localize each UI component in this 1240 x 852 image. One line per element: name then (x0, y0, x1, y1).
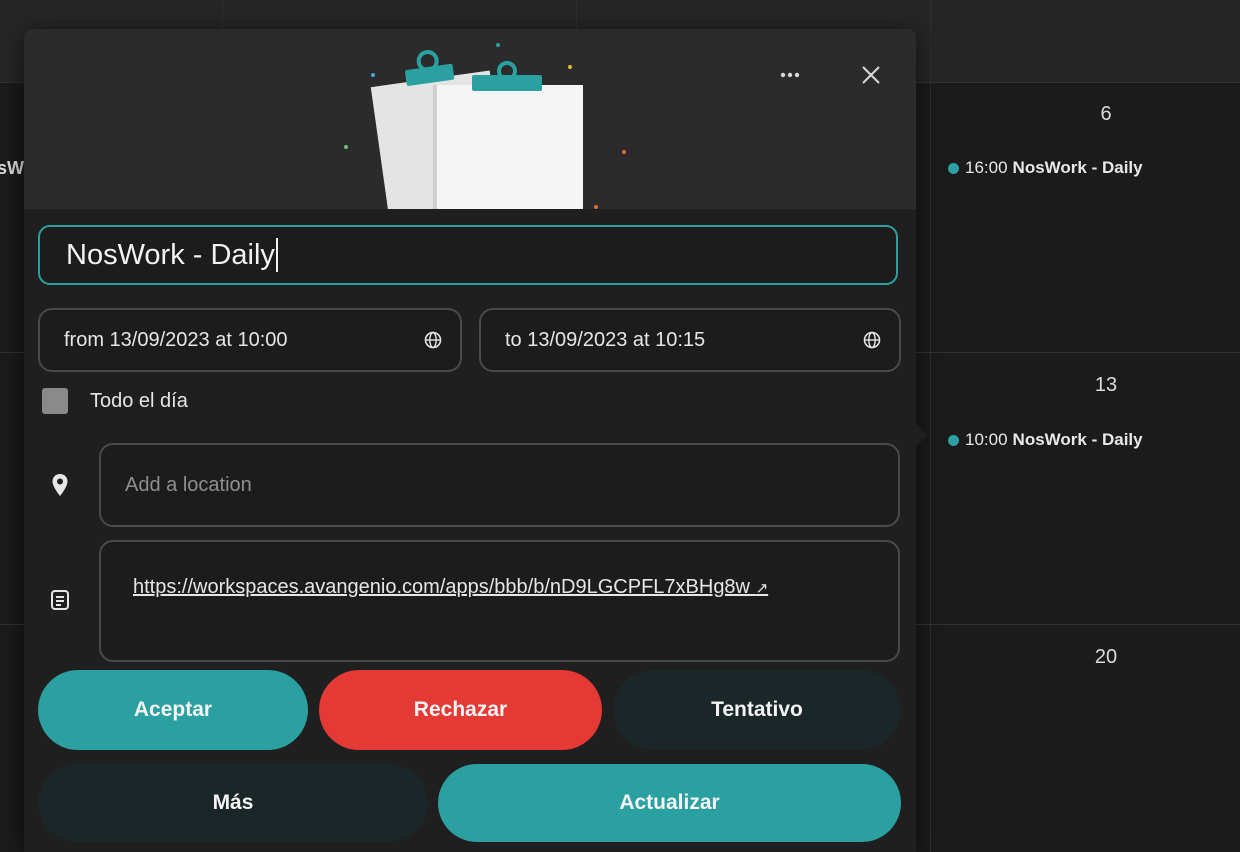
all-day-checkbox[interactable] (42, 388, 68, 414)
end-date-field[interactable]: to 13/09/2023 at 10:15 (479, 308, 901, 372)
ellipsis-icon (780, 72, 800, 78)
event-title-input[interactable]: NosWork - Daily (38, 225, 898, 285)
grid-line (930, 0, 931, 852)
event-time: 10:00 (965, 430, 1008, 449)
notes-icon (48, 588, 72, 612)
close-icon (862, 66, 880, 84)
external-link-icon: ↗ (755, 580, 769, 597)
clipboard-illustration-icon (344, 43, 626, 209)
day-number[interactable]: 13 (1066, 374, 1146, 397)
day-number[interactable]: 6 (1066, 103, 1146, 126)
event-dot-icon (948, 434, 959, 446)
globe-icon[interactable] (863, 331, 881, 349)
location-input[interactable] (123, 472, 898, 498)
accept-button[interactable]: Aceptar (38, 670, 308, 750)
meeting-link[interactable]: https://workspaces.avangenio.com/apps/bb… (133, 576, 768, 598)
end-date-text: to 13/09/2023 at 10:15 (505, 328, 706, 351)
tentative-button[interactable]: Tentativo (613, 670, 901, 750)
popup-header-illustration (24, 29, 916, 209)
calendar-event[interactable]: 16:00 NosWork - Daily (948, 158, 1143, 178)
globe-icon[interactable] (424, 331, 442, 349)
event-title-value: NosWork - Daily (66, 238, 275, 271)
event-title: NosWork - Daily (1012, 158, 1143, 177)
description-field[interactable]: https://workspaces.avangenio.com/apps/bb… (99, 540, 900, 662)
calendar-event[interactable]: 10:00 NosWork - Daily (948, 430, 1143, 450)
text-cursor (275, 238, 278, 272)
map-pin-icon (48, 473, 72, 497)
start-date-text: from 13/09/2023 at 10:00 (64, 328, 288, 351)
start-date-field[interactable]: from 13/09/2023 at 10:00 (38, 308, 462, 372)
more-options-button[interactable] (772, 57, 808, 93)
event-popup: NosWork - Daily from 13/09/2023 at 10:00… (24, 29, 916, 852)
update-button[interactable]: Actualizar (438, 764, 901, 842)
decline-button[interactable]: Rechazar (319, 670, 602, 750)
cut-off-event-text: sW (0, 158, 24, 178)
close-button[interactable] (853, 57, 889, 93)
event-title: NosWork - Daily (1012, 430, 1143, 449)
all-day-toggle[interactable]: Todo el día (42, 388, 188, 414)
event-time: 16:00 (965, 158, 1008, 177)
event-dot-icon (948, 162, 959, 174)
location-field[interactable] (99, 443, 900, 527)
more-button[interactable]: Más (38, 764, 428, 842)
meeting-link-text: https://workspaces.avangenio.com/apps/bb… (133, 576, 751, 598)
day-number[interactable]: 20 (1066, 646, 1146, 669)
all-day-label: Todo el día (90, 389, 188, 412)
